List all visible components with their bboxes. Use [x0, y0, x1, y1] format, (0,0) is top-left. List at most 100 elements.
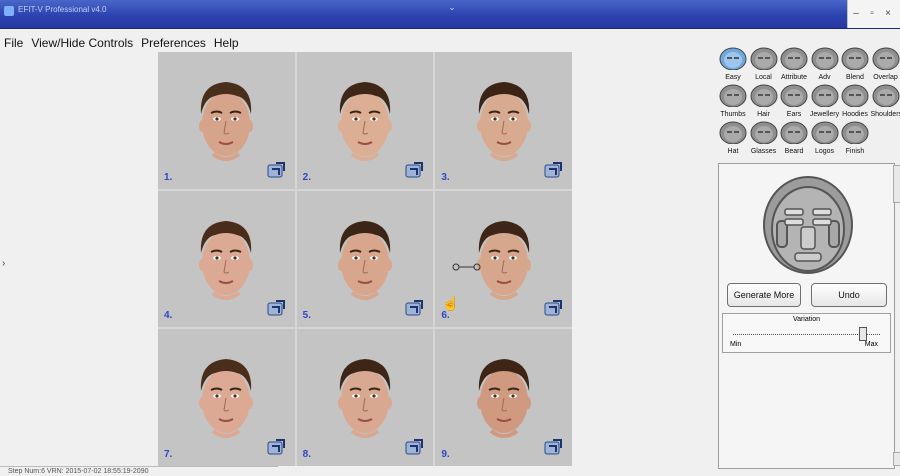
tool-overlap[interactable]: Overlap	[871, 46, 900, 82]
undo-button[interactable]: Undo	[811, 283, 887, 307]
face-number: 3.	[441, 172, 449, 183]
face-number: 8.	[303, 449, 311, 460]
tool-label: Hair	[749, 110, 779, 119]
finish-icon	[840, 120, 870, 144]
tool-ears[interactable]: Ears	[779, 83, 809, 119]
logos-icon	[810, 120, 840, 144]
minimize-button[interactable]: –	[848, 0, 864, 28]
face-grid: 1.2.3.4.5.6.7.8.9.	[158, 52, 572, 466]
shoulders-icon	[871, 83, 900, 107]
tool-glasses[interactable]: Glasses	[749, 120, 779, 156]
face-number: 5.	[303, 310, 311, 321]
recycle-icon[interactable]	[265, 159, 287, 181]
face-cell[interactable]: 9.	[435, 329, 572, 466]
recycle-icon[interactable]	[265, 297, 287, 319]
tool-hoodies[interactable]: Hoodies	[840, 83, 870, 119]
menu-help[interactable]: Help	[210, 34, 243, 52]
link-handle-icon[interactable]	[452, 260, 482, 274]
recycle-icon[interactable]	[403, 159, 425, 181]
tool-hair[interactable]: Hair	[749, 83, 779, 119]
face-image[interactable]	[469, 343, 539, 443]
face-image[interactable]	[191, 205, 261, 305]
face-image[interactable]	[330, 205, 400, 305]
face-image[interactable]	[191, 66, 261, 166]
tool-logos[interactable]: Logos	[810, 120, 840, 156]
tool-label: Beard	[779, 147, 809, 156]
menu-preferences[interactable]: Preferences	[137, 34, 210, 52]
scrollbar-top[interactable]	[893, 165, 900, 203]
variation-slider-thumb[interactable]	[859, 327, 867, 341]
overlap-icon	[871, 46, 900, 70]
face-number: 9.	[441, 449, 449, 460]
tool-jewellery[interactable]: Jewellery	[810, 83, 840, 119]
face-cell[interactable]: 3.	[435, 52, 572, 189]
hair-icon	[749, 83, 779, 107]
face-image[interactable]	[469, 66, 539, 166]
tool-label: Jewellery	[810, 110, 840, 119]
chevron-down-icon[interactable]: ⌄	[445, 2, 459, 12]
blend-icon	[840, 46, 870, 70]
face-cell[interactable]: 5.	[297, 191, 434, 328]
ears-icon	[779, 83, 809, 107]
tool-label: Overlap	[871, 73, 900, 82]
recycle-icon[interactable]	[542, 297, 564, 319]
tool-label: Hat	[718, 147, 748, 156]
tool-thumbs[interactable]: Thumbs	[718, 83, 748, 119]
variation-min-label: Min	[730, 341, 741, 348]
hat-icon	[718, 120, 748, 144]
glasses-icon	[749, 120, 779, 144]
face-cell[interactable]: 1.	[158, 52, 295, 189]
face-cell[interactable]: 8.	[297, 329, 434, 466]
face-image[interactable]	[330, 66, 400, 166]
local-icon	[749, 46, 779, 70]
maximize-button[interactable]: ▫	[864, 0, 880, 28]
face-cell[interactable]: 2.	[297, 52, 434, 189]
title-bar: EFIT-V Professional v4.0 ⌄ –▫×	[0, 0, 900, 29]
tool-label: Glasses	[749, 147, 779, 156]
face-number: 2.	[303, 172, 311, 183]
window-controls: –▫×	[847, 0, 900, 28]
face-cell[interactable]: 7.	[158, 329, 295, 466]
menu-view-hide-controls[interactable]: View/Hide Controls	[27, 34, 137, 52]
tool-shoulders[interactable]: Shoulders	[871, 83, 900, 119]
scrollbar-bottom[interactable]	[893, 452, 900, 466]
app-icon	[4, 6, 14, 16]
tool-label: Finish	[840, 147, 870, 156]
recycle-icon[interactable]	[542, 159, 564, 181]
hand-cursor-icon: ☝	[442, 295, 459, 312]
tool-label: Local	[749, 73, 779, 82]
tool-hat[interactable]: Hat	[718, 120, 748, 156]
collapse-arrow-icon[interactable]: ›	[2, 258, 5, 269]
recycle-icon[interactable]	[403, 297, 425, 319]
tool-label: Attribute	[779, 73, 809, 82]
recycle-icon[interactable]	[403, 436, 425, 458]
variation-slider-group: Variation Min Max	[722, 313, 891, 353]
tool-attribute[interactable]: Attribute	[779, 46, 809, 82]
face-cell[interactable]: 4.	[158, 191, 295, 328]
face-image[interactable]	[191, 343, 261, 443]
tool-adv[interactable]: Adv	[810, 46, 840, 82]
tool-beard[interactable]: Beard	[779, 120, 809, 156]
window-title: EFIT-V Professional v4.0	[18, 5, 106, 14]
face-number: 7.	[164, 449, 172, 460]
tool-label: Hoodies	[840, 110, 870, 119]
menu-file[interactable]: File	[0, 34, 27, 52]
tool-label: Adv	[810, 73, 840, 82]
variation-slider-track[interactable]	[733, 334, 880, 337]
tool-easy[interactable]: Easy	[718, 46, 748, 82]
tool-label: Easy	[718, 73, 748, 82]
tool-label: Thumbs	[718, 110, 748, 119]
face-number: 4.	[164, 310, 172, 321]
generate-more-button[interactable]: Generate More	[727, 283, 801, 307]
face-image[interactable]	[469, 205, 539, 305]
close-button[interactable]: ×	[880, 0, 896, 28]
tool-finish[interactable]: Finish	[840, 120, 870, 156]
face-mask-icon[interactable]	[749, 169, 867, 281]
recycle-icon[interactable]	[265, 436, 287, 458]
tool-blend[interactable]: Blend	[840, 46, 870, 82]
tool-local[interactable]: Local	[749, 46, 779, 82]
attribute-icon	[779, 46, 809, 70]
face-image[interactable]	[330, 343, 400, 443]
recycle-icon[interactable]	[542, 436, 564, 458]
variation-title: Variation	[723, 316, 890, 323]
